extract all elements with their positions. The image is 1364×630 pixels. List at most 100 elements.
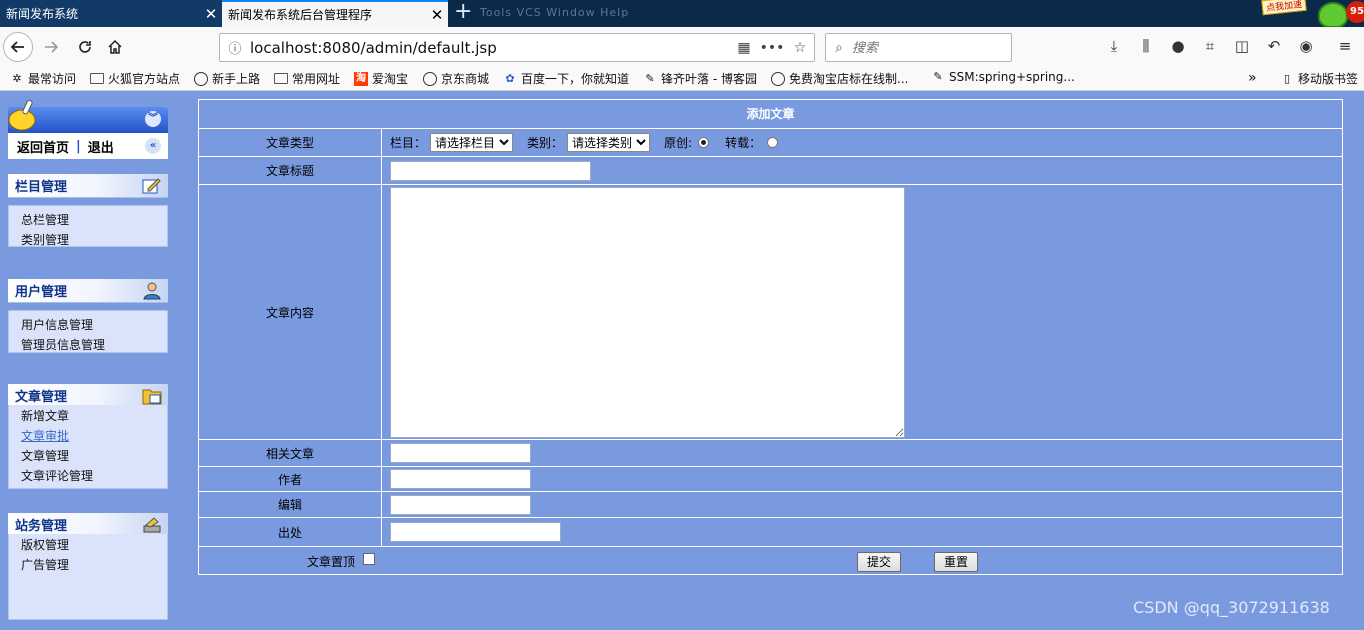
phone-icon: ▯: [1283, 71, 1291, 85]
back-icon[interactable]: [3, 32, 33, 62]
frog-mascot-icon[interactable]: [1318, 2, 1348, 28]
row-editor: 编辑: [199, 492, 1342, 518]
menu-item-comment-management[interactable]: 文章评论管理: [21, 466, 167, 486]
search-input[interactable]: [852, 40, 1002, 55]
bookmark-label: 京东商城: [441, 72, 490, 86]
folder-grid-icon: [142, 389, 162, 405]
collapse-up-icon[interactable]: ︾: [145, 111, 161, 127]
bookmark-taobao-logo[interactable]: 免费淘宝店标在线制...: [771, 70, 908, 87]
label-article-type: 文章类型: [199, 129, 382, 156]
bookmark-mobile[interactable]: ▯ 移动版书签: [1280, 70, 1358, 87]
row-author: 作者: [199, 467, 1342, 492]
column-label: 栏目：: [390, 136, 427, 150]
collapse-left-icon[interactable]: «: [145, 138, 161, 154]
column-select[interactable]: 请选择栏目: [430, 133, 514, 152]
logout-link[interactable]: 退出: [88, 137, 114, 156]
section-site-body: 版权管理 广告管理: [8, 534, 168, 620]
count-badge[interactable]: 95: [1346, 1, 1364, 23]
bookmark-cnblogs[interactable]: ✎ 锋齐叶落 - 博客园: [643, 70, 757, 87]
background-window-text: Tools VCS Window Help: [480, 6, 630, 19]
label-article-content: 文章内容: [199, 185, 382, 439]
bookmark-label: SSM:spring+spring...: [949, 70, 1075, 84]
new-tab-icon[interactable]: +: [454, 1, 474, 25]
url-text[interactable]: localhost:8080/admin/default.jsp: [250, 39, 730, 57]
row-actions: 文章置顶 提交 重置: [199, 547, 1342, 575]
bookmark-getting-started[interactable]: 新手上路: [194, 70, 260, 87]
info-icon[interactable]: ⓘ: [220, 38, 250, 57]
bookmark-label: 百度一下，你就知道: [521, 72, 630, 86]
related-articles-input[interactable]: [390, 443, 531, 463]
undo-icon[interactable]: ↶: [1262, 37, 1286, 59]
menu-item-user-info[interactable]: 用户信息管理: [21, 315, 167, 335]
qr-code-icon[interactable]: ▦: [730, 40, 758, 56]
bookmark-common-sites[interactable]: 常用网址: [274, 70, 340, 87]
submit-button[interactable]: 提交: [857, 552, 901, 572]
chat-icon[interactable]: ●: [1166, 37, 1190, 59]
more-icon[interactable]: •••: [758, 40, 786, 56]
reset-button[interactable]: 重置: [934, 552, 978, 572]
user-icon: [143, 282, 161, 300]
pin-label: 文章置顶: [307, 555, 356, 569]
bookmark-label: 爱淘宝: [372, 72, 409, 86]
row-article-content: 文章内容: [199, 185, 1342, 440]
menu-item-all-columns[interactable]: 总栏管理: [21, 210, 167, 230]
menu-item-article-approval[interactable]: 文章审批: [21, 426, 167, 446]
close-icon[interactable]: ✕: [200, 5, 222, 23]
baidu-icon: ✿: [505, 71, 515, 85]
section-column-management[interactable]: 栏目管理: [8, 174, 168, 198]
section-article-body: 新增文章 文章审批 文章管理 文章评论管理: [8, 405, 168, 489]
tab-news-system[interactable]: 新闻发布系统 ✕: [0, 0, 222, 27]
source-input[interactable]: [390, 522, 561, 542]
home-icon[interactable]: [100, 32, 130, 62]
home-link[interactable]: 返回首页: [17, 137, 69, 156]
speedup-badge[interactable]: 点我加速: [1261, 0, 1307, 16]
tab-admin-program[interactable]: 新闻发布系统后台管理程序 ✕: [222, 0, 448, 27]
globe-icon: [423, 71, 437, 86]
chevron-icon[interactable]: »: [1248, 70, 1257, 86]
download-icon[interactable]: ⤓: [1102, 37, 1126, 59]
library-icon[interactable]: ⫼: [1134, 37, 1158, 59]
menu-item-categories[interactable]: 类别管理: [21, 230, 167, 250]
section-user-management[interactable]: 用户管理: [8, 279, 168, 303]
bookmark-taobao[interactable]: 淘爱淘宝: [354, 70, 408, 87]
menu-home-row: 返回首页 | 退出: [8, 133, 168, 159]
article-content-textarea[interactable]: [390, 187, 905, 438]
editor-input[interactable]: [390, 494, 531, 515]
forward-icon[interactable]: [36, 32, 66, 62]
add-article-form: 添加文章 文章类型 栏目： 请选择栏目 类别： 请选择类别 原创: 转载： 文章…: [198, 99, 1343, 575]
tab-title: 新闻发布系统: [6, 7, 79, 21]
reprint-radio[interactable]: [767, 137, 779, 148]
sidebar-icon[interactable]: ◫: [1230, 37, 1254, 59]
menu-item-admin-info[interactable]: 管理员信息管理: [21, 335, 167, 355]
section-title: 文章管理: [15, 390, 68, 405]
original-radio[interactable]: [698, 137, 710, 148]
search-bar[interactable]: ⌕: [825, 33, 1012, 62]
address-bar[interactable]: ⓘ localhost:8080/admin/default.jsp ▦ •••…: [219, 33, 815, 62]
globe-icon: [194, 71, 208, 86]
category-select[interactable]: 请选择类别: [567, 133, 651, 152]
menu-item-advertising[interactable]: 广告管理: [21, 555, 167, 575]
article-title-input[interactable]: [390, 160, 591, 181]
bookmark-jd[interactable]: 京东商城: [423, 70, 489, 87]
reload-icon[interactable]: [70, 32, 100, 62]
menu-item-copyright[interactable]: 版权管理: [21, 535, 167, 555]
crop-icon[interactable]: ⌗: [1198, 37, 1222, 59]
menu-icon[interactable]: ≡: [1333, 37, 1357, 59]
bookmark-baidu[interactable]: ✿ 百度一下，你就知道: [503, 70, 629, 87]
author-input[interactable]: [390, 469, 531, 489]
type-controls: 栏目： 请选择栏目 类别： 请选择类别 原创: 转载：: [383, 129, 1342, 156]
menu-item-new-article[interactable]: 新增文章: [21, 406, 167, 426]
menu-item-article-management[interactable]: 文章管理: [21, 446, 167, 466]
bookmarks-bar: ✲ 最常访问 火狐官方站点 新手上路 常用网址 淘爱淘宝 京东商城 ✿ 百度一下，你…: [0, 67, 1364, 91]
reprint-label: 转载：: [725, 136, 762, 150]
label-source: 出处: [199, 518, 382, 546]
account-icon[interactable]: ◉: [1294, 37, 1318, 59]
star-icon[interactable]: ☆: [786, 40, 814, 56]
bookmark-firefox-official[interactable]: 火狐官方站点: [90, 70, 180, 87]
close-icon[interactable]: ✕: [426, 6, 448, 24]
bookmark-label: 移动版书签: [1298, 72, 1359, 86]
bookmark-most-visited[interactable]: ✲ 最常访问: [10, 70, 76, 87]
pin-checkbox[interactable]: [363, 553, 375, 565]
bookmark-ssm[interactable]: ✎ SSM:spring+spring...: [931, 70, 1075, 84]
section-user-body: 用户信息管理 管理员信息管理: [8, 310, 168, 353]
